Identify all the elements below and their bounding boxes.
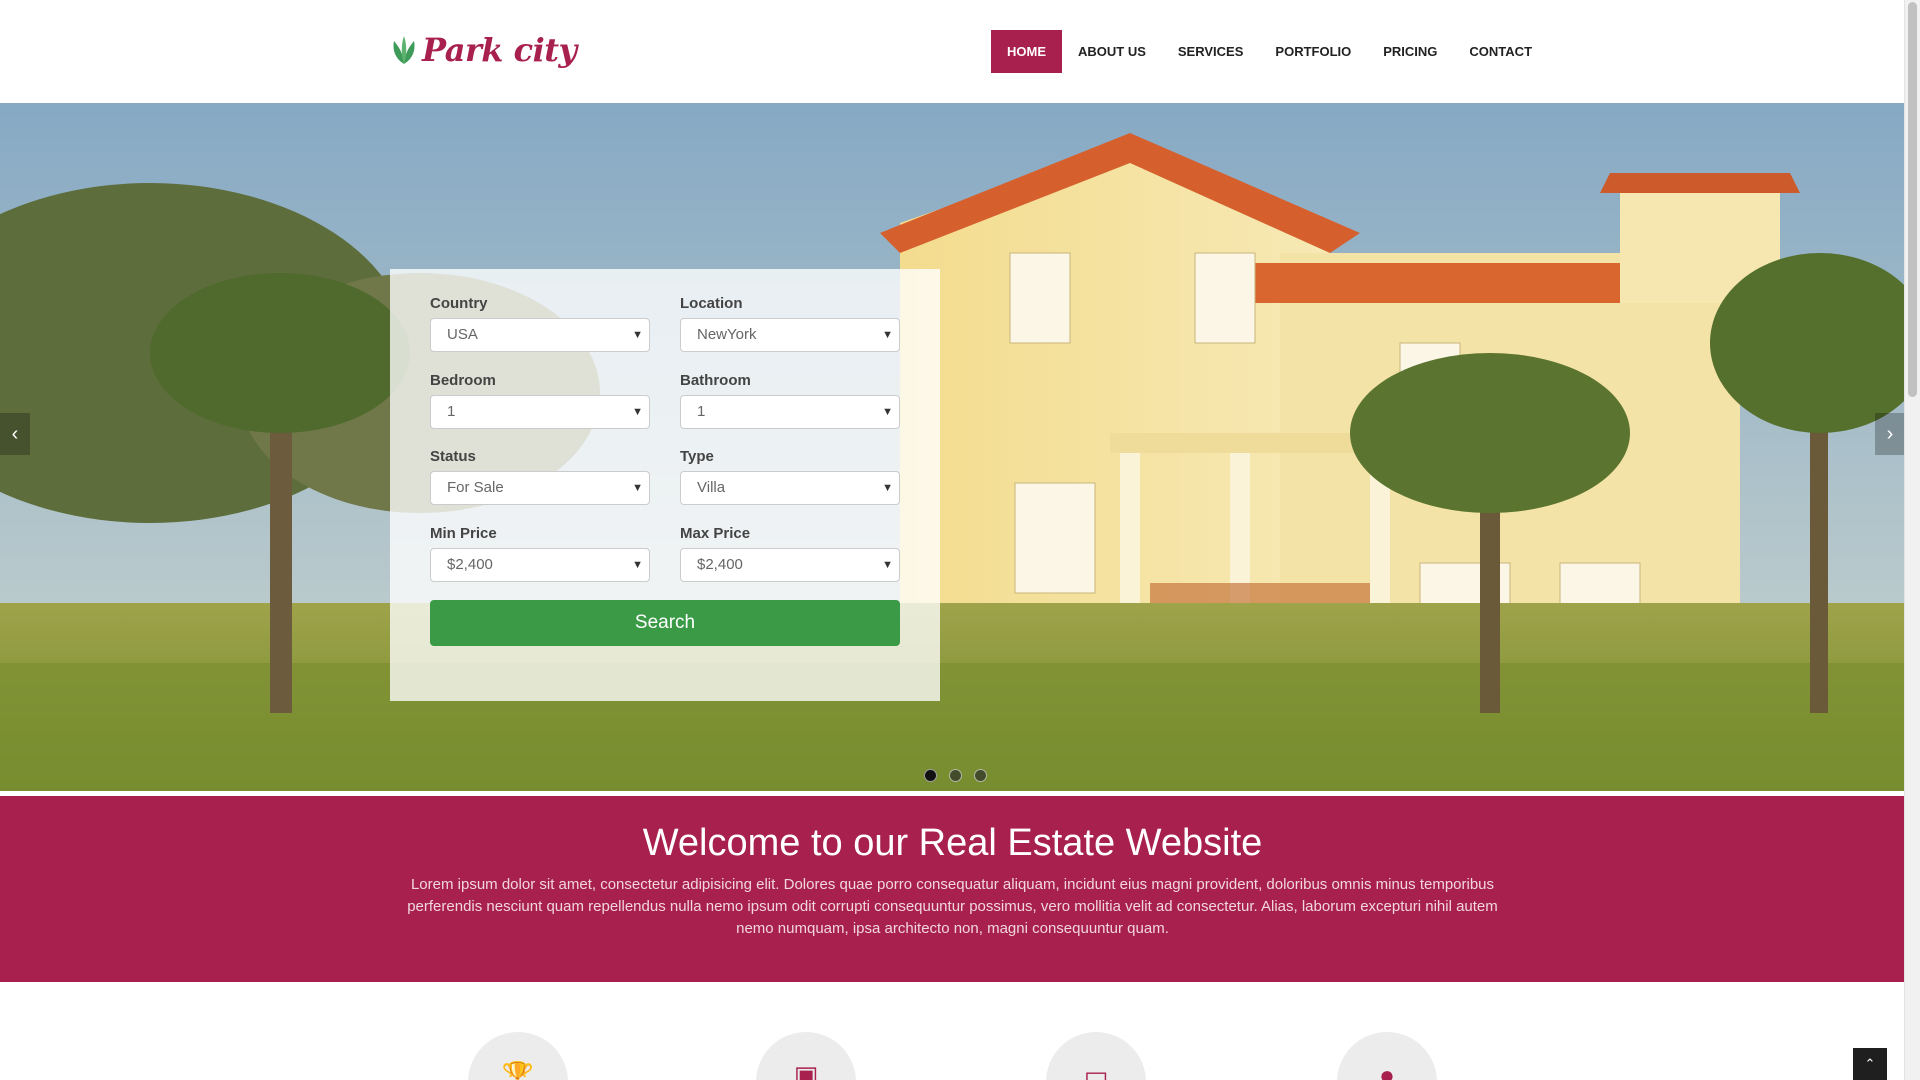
globe-icon: ●: [1379, 1060, 1395, 1080]
trophy-icon: 🏆: [501, 1060, 535, 1080]
status-value: For Sale: [447, 479, 504, 496]
nav-about-us[interactable]: ABOUT US: [1062, 30, 1162, 73]
hero-slider: ‹ › Country USA ▼ Location NewYork ▼ Bed…: [0, 103, 1905, 791]
max-price-value: $2,400: [697, 556, 743, 573]
slider-dots: [924, 769, 987, 782]
slider-dot-2[interactable]: [949, 769, 962, 782]
location-label: Location: [680, 295, 743, 312]
feature-picture: ▣: [756, 1032, 856, 1080]
bathroom-label: Bathroom: [680, 372, 751, 389]
status-label: Status: [430, 448, 476, 465]
chevron-down-icon: ▼: [632, 559, 643, 571]
site-logo[interactable]: Park city: [390, 30, 577, 70]
chevron-down-icon: ▼: [882, 482, 893, 494]
min-price-label: Min Price: [430, 525, 497, 542]
brand-name: Park city: [422, 31, 577, 69]
feature-trophy: 🏆: [468, 1032, 568, 1080]
country-select[interactable]: USA ▼: [430, 318, 650, 352]
page: Park city HOME ABOUT US SERVICES PORTFOL…: [0, 0, 1905, 1080]
location-value: NewYork: [697, 326, 757, 343]
type-select[interactable]: Villa ▼: [680, 471, 900, 505]
bedroom-field: Bedroom 1 ▼: [430, 371, 650, 429]
leaf-logo-icon: [393, 36, 415, 64]
slider-next-button[interactable]: ›: [1875, 413, 1905, 455]
nav-services[interactable]: SERVICES: [1162, 30, 1260, 73]
picture-icon: ▣: [793, 1060, 819, 1080]
welcome-title: Welcome to our Real Estate Website: [642, 822, 1263, 864]
property-search-panel: Country USA ▼ Location NewYork ▼ Bedroom…: [390, 269, 940, 701]
min-price-select[interactable]: $2,400 ▼: [430, 548, 650, 582]
chevron-down-icon: ▼: [882, 329, 893, 341]
country-value: USA: [447, 326, 478, 343]
main-nav: HOME ABOUT US SERVICES PORTFOLIO PRICING…: [991, 30, 1548, 73]
feature-monitor: ▭: [1046, 1032, 1146, 1080]
status-field: Status For Sale ▼: [430, 447, 650, 505]
chevron-down-icon: ▼: [632, 329, 643, 341]
scrollbar-thumb[interactable]: [1908, 2, 1917, 397]
bathroom-value: 1: [697, 403, 706, 420]
monitor-icon: ▭: [1083, 1060, 1109, 1080]
location-field: Location NewYork ▼: [680, 294, 900, 352]
bathroom-field: Bathroom 1 ▼: [680, 371, 900, 429]
bedroom-select[interactable]: 1 ▼: [430, 395, 650, 429]
bathroom-select[interactable]: 1 ▼: [680, 395, 900, 429]
slider-dot-1[interactable]: [924, 769, 937, 782]
slider-prev-button[interactable]: ‹: [0, 413, 30, 455]
bedroom-label: Bedroom: [430, 372, 496, 389]
chevron-down-icon: ▼: [882, 559, 893, 571]
chevron-down-icon: ▼: [632, 482, 643, 494]
country-field: Country USA ▼: [430, 294, 650, 352]
country-label: Country: [430, 295, 488, 312]
slider-dot-3[interactable]: [974, 769, 987, 782]
nav-portfolio[interactable]: PORTFOLIO: [1259, 30, 1367, 73]
min-price-field: Min Price $2,400 ▼: [430, 524, 650, 582]
features-section: 🏆 ▣ ▭ ●: [0, 982, 1905, 1080]
chevron-down-icon: ▼: [632, 406, 643, 418]
welcome-section: Welcome to our Real Estate Website Lorem…: [0, 796, 1905, 982]
status-select[interactable]: For Sale ▼: [430, 471, 650, 505]
page-scrollbar[interactable]: [1904, 0, 1920, 1080]
bedroom-value: 1: [447, 403, 456, 420]
welcome-body: Lorem ipsum dolor sit amet, consectetur …: [407, 876, 1498, 937]
type-label: Type: [680, 448, 714, 465]
nav-contact[interactable]: CONTACT: [1453, 30, 1548, 73]
type-field: Type Villa ▼: [680, 447, 900, 505]
nav-pricing[interactable]: PRICING: [1367, 30, 1453, 73]
nav-home[interactable]: HOME: [991, 30, 1062, 73]
max-price-label: Max Price: [680, 525, 751, 542]
type-value: Villa: [697, 479, 726, 496]
min-price-value: $2,400: [447, 556, 493, 573]
search-button[interactable]: Search: [430, 600, 900, 646]
feature-globe: ●: [1337, 1032, 1437, 1080]
max-price-select[interactable]: $2,400 ▼: [680, 548, 900, 582]
hero-house-image: [0, 103, 1905, 791]
site-header: Park city HOME ABOUT US SERVICES PORTFOL…: [0, 0, 1905, 103]
back-to-top-button[interactable]: ⌃: [1853, 1048, 1887, 1080]
max-price-field: Max Price $2,400 ▼: [680, 524, 900, 582]
chevron-down-icon: ▼: [882, 406, 893, 418]
location-select[interactable]: NewYork ▼: [680, 318, 900, 352]
